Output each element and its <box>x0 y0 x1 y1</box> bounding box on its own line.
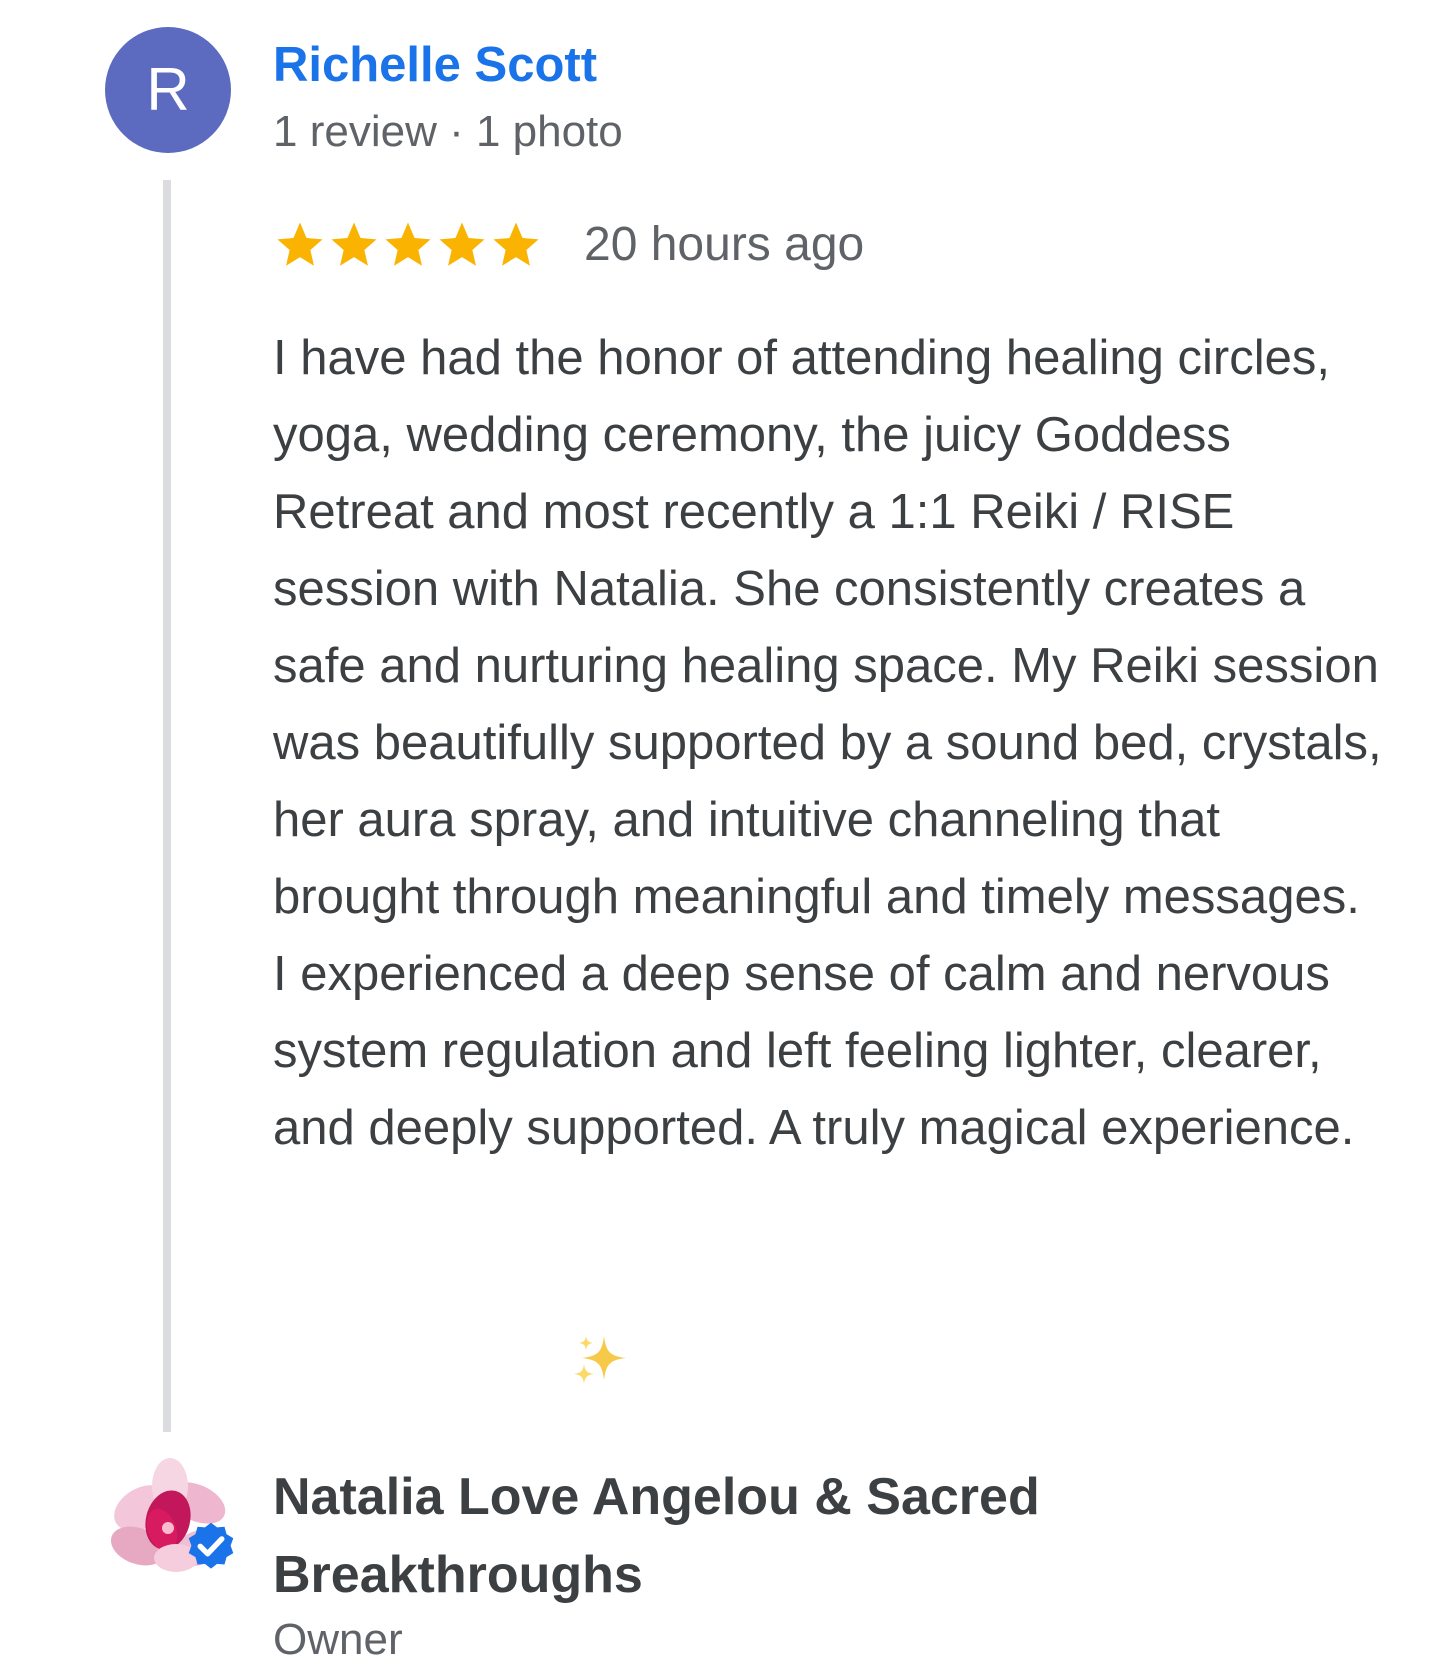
star-icon <box>493 222 539 266</box>
thread-line <box>163 180 171 1432</box>
star-icon <box>439 222 485 266</box>
reviewer-name[interactable]: Richelle Scott <box>273 34 597 96</box>
reviewer-avatar-letter: R <box>146 56 190 123</box>
owner-avatar[interactable] <box>102 1458 238 1594</box>
owner-role: Owner <box>273 1615 403 1664</box>
star-rating <box>273 218 543 272</box>
star-icon <box>331 222 377 266</box>
reviewer-meta[interactable]: 1 review · 1 photo <box>273 104 623 160</box>
verified-badge-icon <box>188 1522 234 1569</box>
review-text: I have had the honor of attending healin… <box>273 331 1382 1155</box>
sparkles-icon <box>574 1336 626 1384</box>
star-icon <box>385 222 431 266</box>
reviewer-avatar[interactable]: R <box>105 27 231 153</box>
review-time: 20 hours ago <box>584 218 865 271</box>
owner-name[interactable]: Natalia Love Angelou & Sacred Breakthrou… <box>273 1458 1173 1614</box>
star-icon <box>277 222 323 266</box>
